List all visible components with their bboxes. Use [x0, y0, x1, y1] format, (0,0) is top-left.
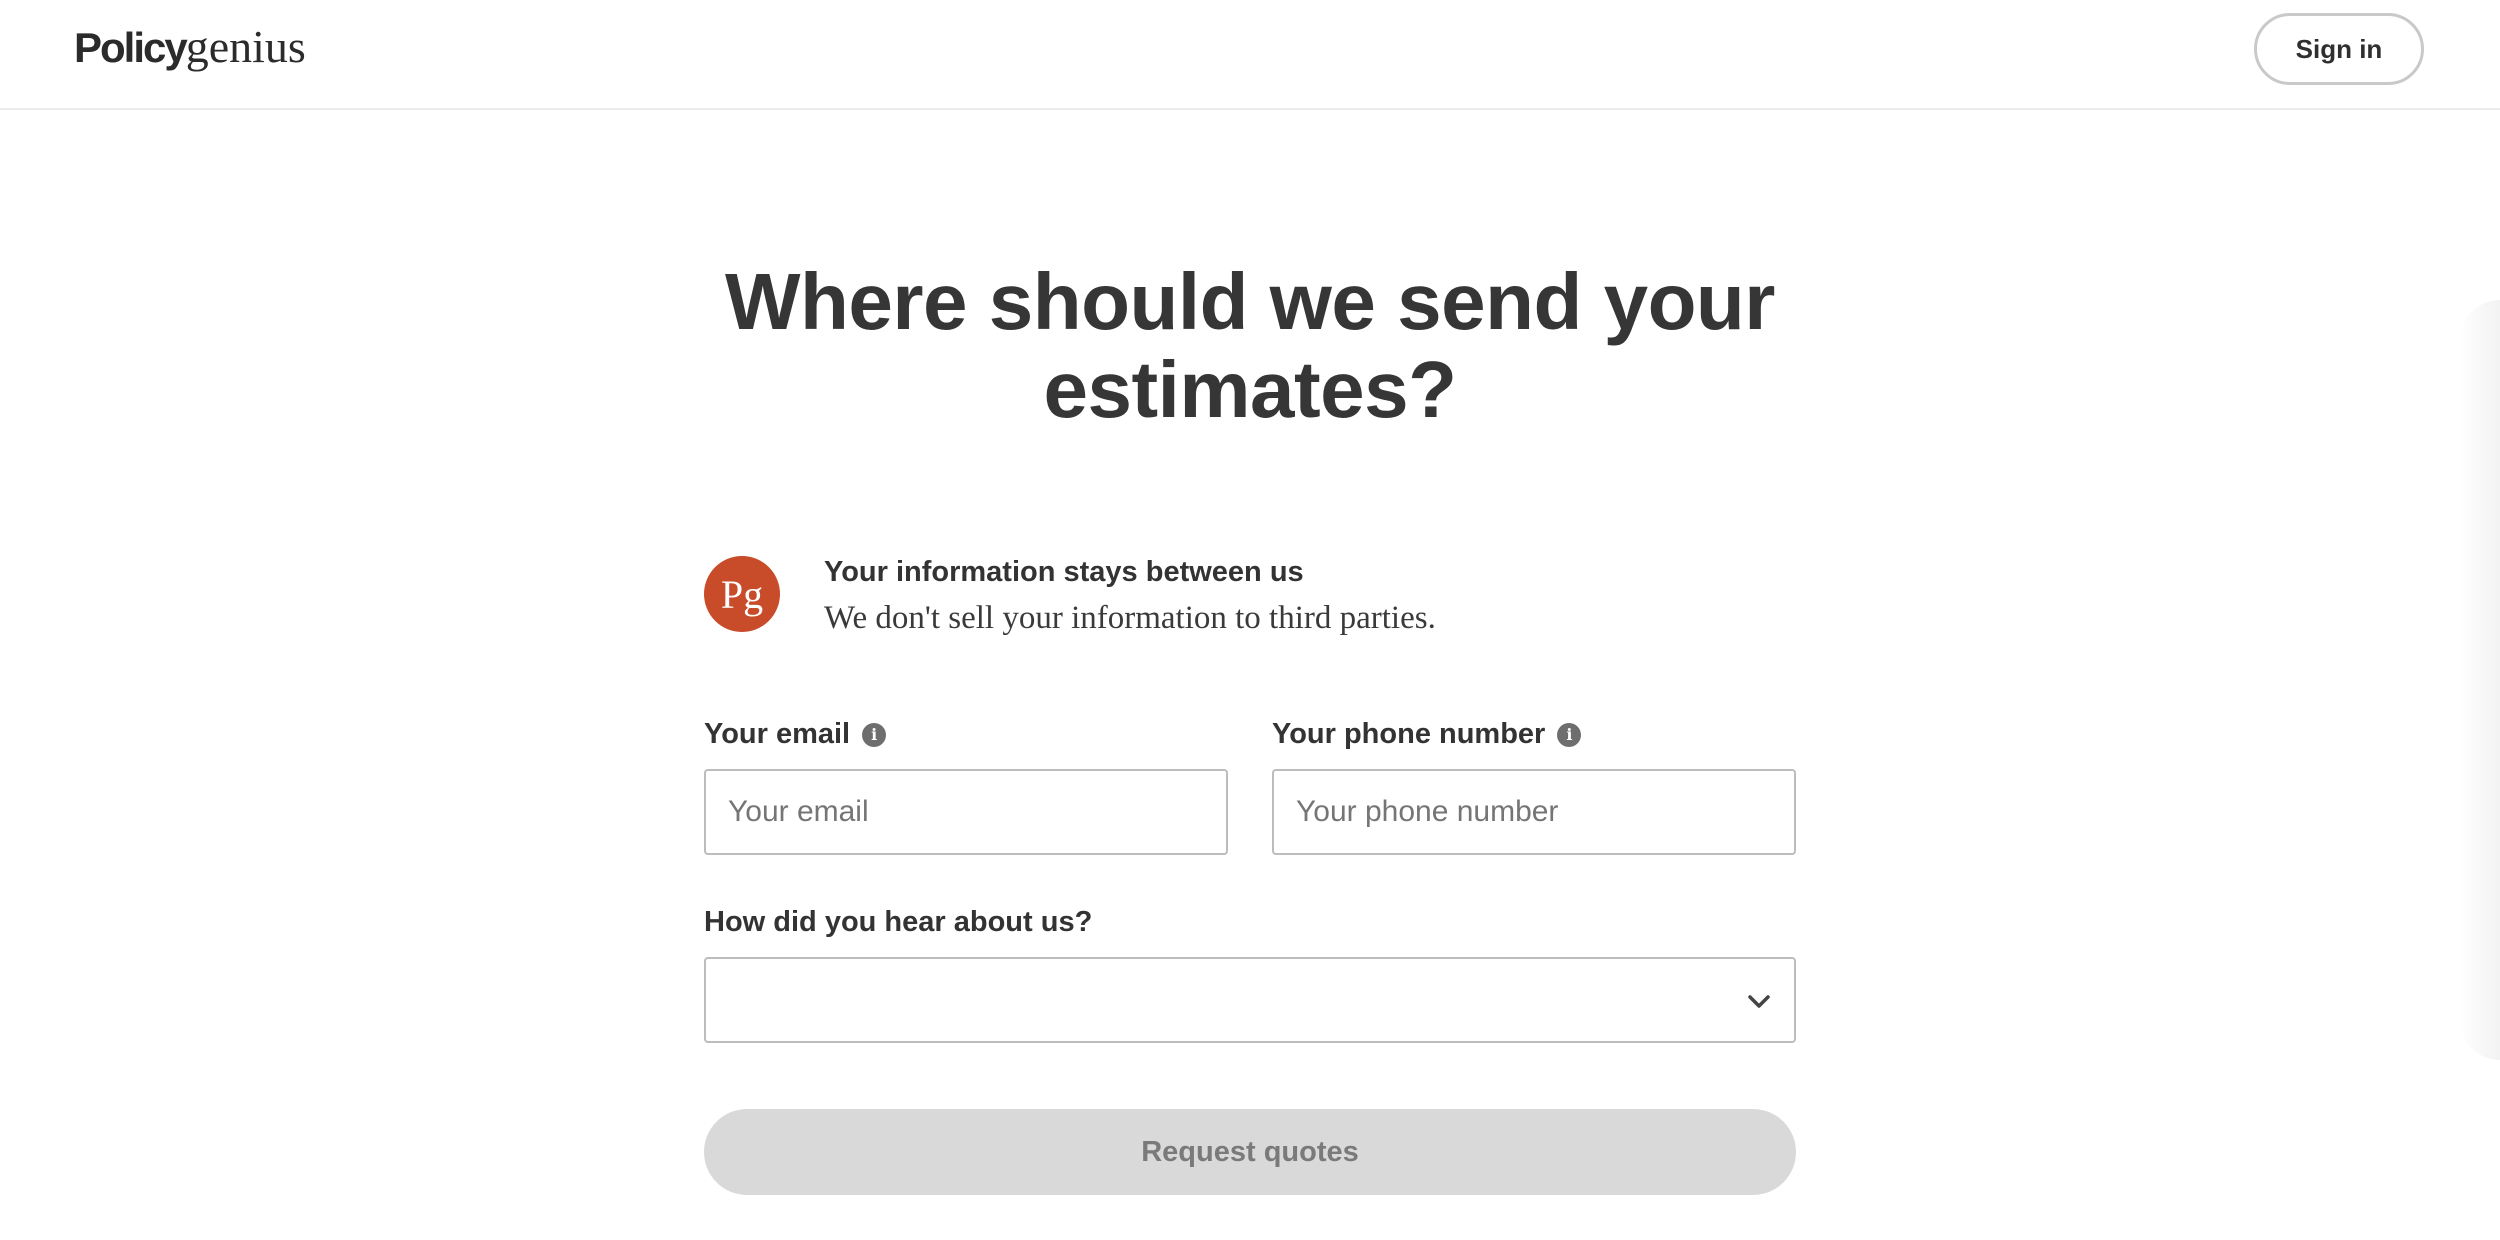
request-quotes-button[interactable]: Request quotes — [704, 1109, 1796, 1195]
privacy-notice-text: We don't sell your information to third … — [824, 600, 1436, 636]
pg-logo-badge: Pg — [704, 556, 780, 632]
referral-label: How did you hear about us? — [704, 906, 1093, 938]
email-field[interactable] — [704, 769, 1228, 855]
privacy-notice-title: Your information stays between us — [824, 556, 1304, 588]
policygenius-logo[interactable]: Policy genius — [74, 20, 306, 76]
chevron-down-icon — [1748, 995, 1770, 1008]
logo-wordmark-bold: Policy — [74, 24, 188, 71]
phone-field[interactable] — [1272, 769, 1796, 855]
email-label: Your email i — [704, 718, 887, 751]
phone-label-text: Your phone number — [1272, 718, 1546, 750]
info-icon[interactable]: i — [862, 722, 887, 747]
phone-label: Your phone number i — [1272, 718, 1582, 751]
email-label-text: Your email — [704, 718, 851, 750]
referral-select[interactable] — [704, 957, 1796, 1043]
sign-in-button[interactable]: Sign in — [2254, 13, 2424, 85]
page-title: Where should we send your estimates? — [725, 257, 1775, 434]
info-icon[interactable]: i — [1557, 722, 1582, 747]
privacy-notice: Pg Your information stays between us We … — [704, 556, 1804, 636]
top-header: Policy genius Sign in — [0, 0, 2500, 110]
side-panel-shadow — [2460, 300, 2500, 1060]
logo-wordmark-serif: genius — [185, 21, 306, 72]
